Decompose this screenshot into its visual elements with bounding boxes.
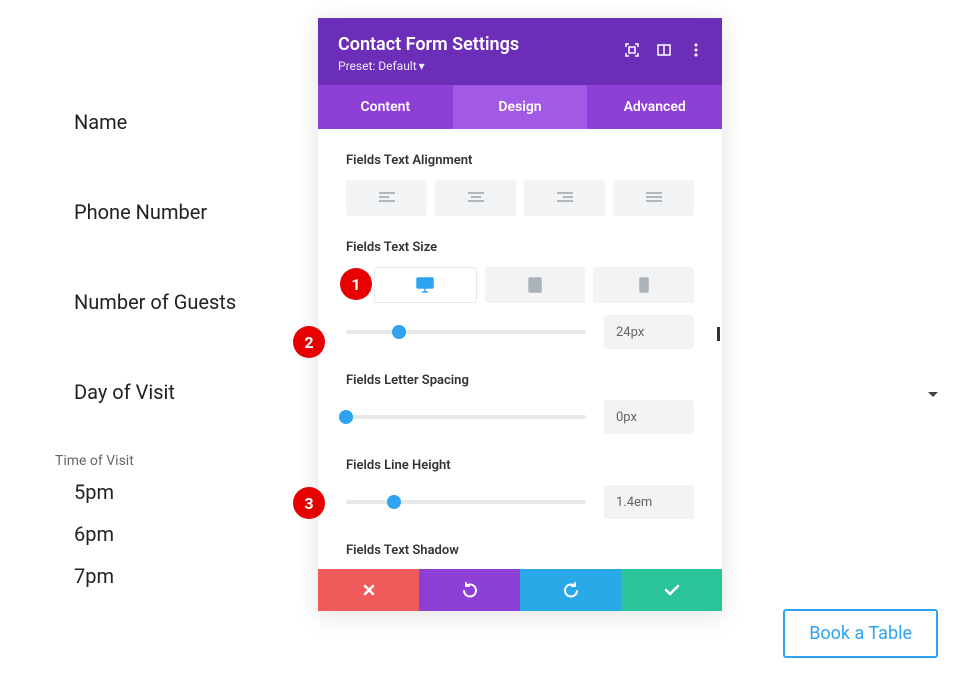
device-phone-button[interactable] (593, 267, 694, 303)
device-tablet-button[interactable] (485, 267, 586, 303)
form-field-guests[interactable]: Number of Guests (74, 290, 304, 314)
form-field-name[interactable]: Name (74, 110, 304, 134)
line-height-label: Fields Line Height (346, 458, 694, 473)
line-height-slider[interactable] (346, 500, 586, 504)
fields-alignment-label: Fields Text Alignment (346, 153, 694, 168)
time-option[interactable]: 6pm (74, 522, 114, 546)
letter-spacing-value[interactable]: 0px (604, 400, 694, 434)
time-option[interactable]: 5pm (74, 480, 114, 504)
slider-thumb[interactable] (339, 410, 353, 424)
device-desktop-button[interactable] (374, 267, 477, 303)
align-justify-button[interactable] (613, 180, 694, 216)
form-field-day[interactable]: Day of Visit (74, 380, 304, 404)
fields-text-size-label: Fields Text Size (346, 240, 694, 255)
preset-label: Preset: Default (338, 59, 417, 73)
scroll-indicator (717, 327, 720, 341)
chevron-down-icon: ▾ (419, 59, 425, 73)
form-field-phone[interactable]: Phone Number (74, 200, 304, 224)
align-left-button[interactable] (346, 180, 427, 216)
time-of-visit-label: Time of Visit (55, 453, 134, 469)
time-option[interactable]: 7pm (74, 564, 114, 588)
line-height-value[interactable]: 1.4em (604, 485, 694, 519)
tab-content[interactable]: Content (318, 85, 453, 129)
letter-spacing-label: Fields Letter Spacing (346, 373, 694, 388)
dropdown-caret-icon[interactable] (927, 384, 939, 403)
redo-button[interactable] (520, 569, 621, 611)
slider-thumb[interactable] (387, 495, 401, 509)
confirm-button[interactable] (621, 569, 722, 611)
expand-icon[interactable] (616, 34, 648, 66)
callout-1: 1 (340, 268, 372, 300)
text-size-slider[interactable] (346, 330, 586, 334)
tabs: Content Design Advanced (318, 85, 722, 129)
align-right-button[interactable] (524, 180, 605, 216)
columns-icon[interactable] (648, 34, 680, 66)
book-a-table-button[interactable]: Book a Table (783, 609, 938, 658)
slider-thumb[interactable] (392, 325, 406, 339)
undo-button[interactable] (419, 569, 520, 611)
panel-body: Fields Text Alignment Fields Text Size (318, 129, 722, 569)
letter-spacing-slider[interactable] (346, 415, 586, 419)
callout-2: 2 (293, 326, 325, 358)
settings-panel: Contact Form Settings Preset: Default▾ C… (318, 18, 722, 611)
tab-design[interactable]: Design (453, 85, 588, 129)
text-size-value[interactable]: 24px (604, 315, 694, 349)
tab-advanced[interactable]: Advanced (587, 85, 722, 129)
align-center-button[interactable] (435, 180, 516, 216)
panel-footer (318, 569, 722, 611)
panel-header: Contact Form Settings Preset: Default▾ (318, 18, 722, 85)
callout-3: 3 (293, 487, 325, 519)
more-icon[interactable] (680, 34, 712, 66)
cancel-button[interactable] (318, 569, 419, 611)
text-shadow-label: Fields Text Shadow (346, 543, 694, 558)
